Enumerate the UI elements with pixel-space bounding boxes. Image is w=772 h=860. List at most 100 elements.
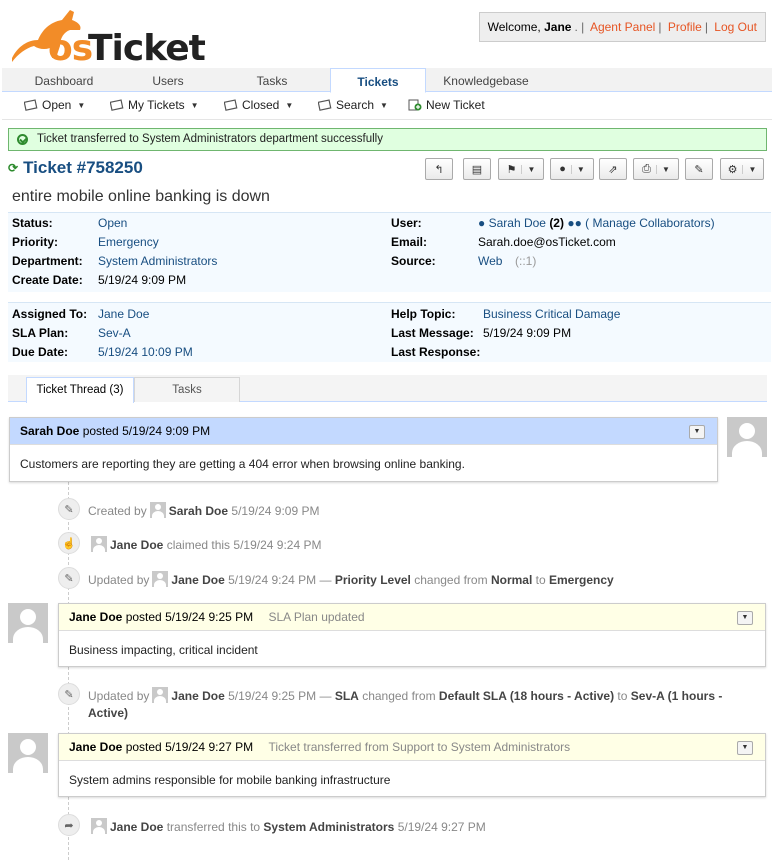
avatar <box>8 603 48 643</box>
department-value: System Administrators <box>98 254 218 268</box>
print-pdf-button[interactable]: ▤ <box>463 158 491 180</box>
event-text: to <box>617 689 628 703</box>
event-text: Updated by <box>88 689 150 703</box>
welcome-bar: Welcome, Jane. | Agent Panel | Profile | L… <box>478 12 766 42</box>
avatar <box>152 687 169 703</box>
assign-button[interactable]: ● ▼ <box>550 158 594 180</box>
group-icon: ●● <box>567 216 582 230</box>
entry-author: Sarah Doe <box>20 424 80 438</box>
event-time: 5/19/24 9:25 PM — <box>228 689 332 703</box>
my-tickets-menu[interactable]: My Tickets ▼ <box>110 98 199 112</box>
user-value: ● Sarah Doe (2) ●● ( Manage Collaborator… <box>478 216 715 230</box>
user-link[interactable]: Sarah Doe <box>489 216 546 230</box>
last-response-label: Last Response: <box>391 345 481 359</box>
tab-users[interactable]: Users <box>108 68 228 92</box>
help-topic-value: Business Critical Damage <box>483 307 621 321</box>
tab-tasks[interactable]: Tasks <box>134 377 240 402</box>
assigned-label: Assigned To: <box>12 307 88 321</box>
chevron-down-icon: ▼ <box>655 164 670 174</box>
help-topic-label: Help Topic: <box>391 307 456 321</box>
new-ticket-icon <box>408 99 422 111</box>
event-department: System Administrators <box>263 820 395 834</box>
tab-tasks[interactable]: Tasks <box>212 68 332 92</box>
more-settings-button[interactable]: ⚙ ▼ <box>720 158 764 180</box>
collaborator-count: (2) <box>549 216 564 230</box>
printer-icon: ⎙ <box>642 162 651 175</box>
sub-nav: Open ▼ My Tickets ▼ Closed ▼ Search ▼ New Ti… <box>2 92 772 120</box>
print-button[interactable]: ⎙ ▼ <box>633 158 679 180</box>
entry-options-button[interactable]: ▼ <box>737 611 753 625</box>
event-claimed: Jane Doe claimed this 5/19/24 9:24 PM <box>88 536 321 554</box>
event-to: Sev-A (1 hours - <box>630 689 723 703</box>
ticket-actions: ↰ ▤ ⚑ ▼ ● ▼ ⇗ ⎙ ▼ ✎ ⚙ ▼ <box>0 158 772 182</box>
chevron-down-icon: ▼ <box>521 164 535 174</box>
avatar <box>149 502 166 518</box>
thread-tabs: Ticket Thread (3) Tasks <box>8 375 767 403</box>
create-date-label: Create Date: <box>12 273 83 287</box>
sla-value: Sev-A <box>98 326 131 340</box>
tab-dashboard[interactable]: Dashboard <box>4 68 124 92</box>
chevron-down-icon: ▼ <box>190 100 199 110</box>
entry-posted: posted 5/19/24 9:25 PM <box>125 610 254 624</box>
new-ticket-label: New Ticket <box>426 98 485 112</box>
welcome-user: Jane <box>544 20 572 34</box>
flag-icon: ⚑ <box>506 163 517 176</box>
department-label: Department: <box>12 254 83 268</box>
user-label: User: <box>391 216 422 230</box>
event-text: to <box>535 573 546 587</box>
profile-link[interactable]: Profile <box>668 20 702 34</box>
logo-os-text: os <box>48 28 93 69</box>
status-flag-button[interactable]: ⚑ ▼ <box>498 158 544 180</box>
tab-ticket-thread[interactable]: Ticket Thread (3) <box>26 377 134 403</box>
event-text: claimed this 5/19/24 9:24 PM <box>166 538 322 552</box>
event-from: Default SLA (18 hours - Active) <box>438 689 615 703</box>
avatar <box>152 571 169 587</box>
share-icon: ⇗ <box>608 163 618 176</box>
create-date-value: 5/19/24 9:09 PM <box>98 273 187 287</box>
avatar <box>91 818 107 834</box>
event-transferred: Jane Doe transferred this to System Admi… <box>88 818 486 836</box>
event-to: Active) <box>88 706 129 720</box>
entry-options-button[interactable]: ▼ <box>737 741 753 755</box>
share-icon: ➦ <box>58 814 80 836</box>
tab-tickets[interactable]: Tickets <box>330 68 426 93</box>
event-field: SLA <box>334 689 359 703</box>
search-menu[interactable]: Search ▼ <box>318 98 388 112</box>
avatar <box>8 733 48 773</box>
priority-value: Emergency <box>98 235 159 249</box>
last-message-value: 5/19/24 9:09 PM <box>483 326 572 340</box>
user-icon: ● <box>478 216 486 230</box>
chevron-down-icon: ▼ <box>742 164 756 174</box>
source-ip: (::1) <box>515 254 537 268</box>
agent-panel-link[interactable]: Agent Panel <box>590 20 655 34</box>
event-updated: Updated by Jane Doe 5/19/24 9:24 PM — Pri… <box>88 571 614 589</box>
osticket-logo[interactable]: os Ticket <box>8 6 206 69</box>
event-time: 5/19/24 9:09 PM <box>231 504 320 518</box>
new-ticket-link[interactable]: New Ticket <box>408 98 485 112</box>
notice-text: Ticket transferred to System Administrat… <box>37 133 383 145</box>
due-date-value: 5/19/24 10:09 PM <box>98 345 193 359</box>
pencil-icon: ✎ <box>58 498 80 520</box>
event-text: Updated by <box>88 573 150 587</box>
status-value: Open <box>98 216 128 230</box>
open-menu[interactable]: Open ▼ <box>24 98 85 112</box>
tickets-icon <box>110 99 124 111</box>
edit-button[interactable]: ✎ <box>685 158 713 180</box>
entry-body: System admins responsible for mobile ban… <box>69 773 391 787</box>
due-date-label: Due Date: <box>12 345 69 359</box>
transfer-button[interactable]: ⇗ <box>599 158 627 180</box>
thread-entry: Jane Doe posted 5/19/24 9:27 PM Ticket t… <box>58 733 766 797</box>
entry-options-button[interactable]: ▼ <box>689 425 705 439</box>
avatar <box>91 536 107 552</box>
open-label: Open <box>42 98 72 112</box>
event-updated: Updated by Jane Doe 5/19/24 9:25 PM — SLA… <box>88 687 728 722</box>
reply-button[interactable]: ↰ <box>425 158 453 180</box>
thumbs-up-icon: ☝ <box>58 532 80 554</box>
closed-menu[interactable]: Closed ▼ <box>224 98 293 112</box>
logout-link[interactable]: Log Out <box>714 20 757 34</box>
source-value: Web <box>478 254 503 268</box>
manage-collaborators-link[interactable]: ( Manage Collaborators) <box>585 216 714 230</box>
tab-knowledgebase[interactable]: Knowledgebase <box>432 68 540 92</box>
event-text: Created by <box>88 504 147 518</box>
tickets-icon <box>24 99 38 111</box>
